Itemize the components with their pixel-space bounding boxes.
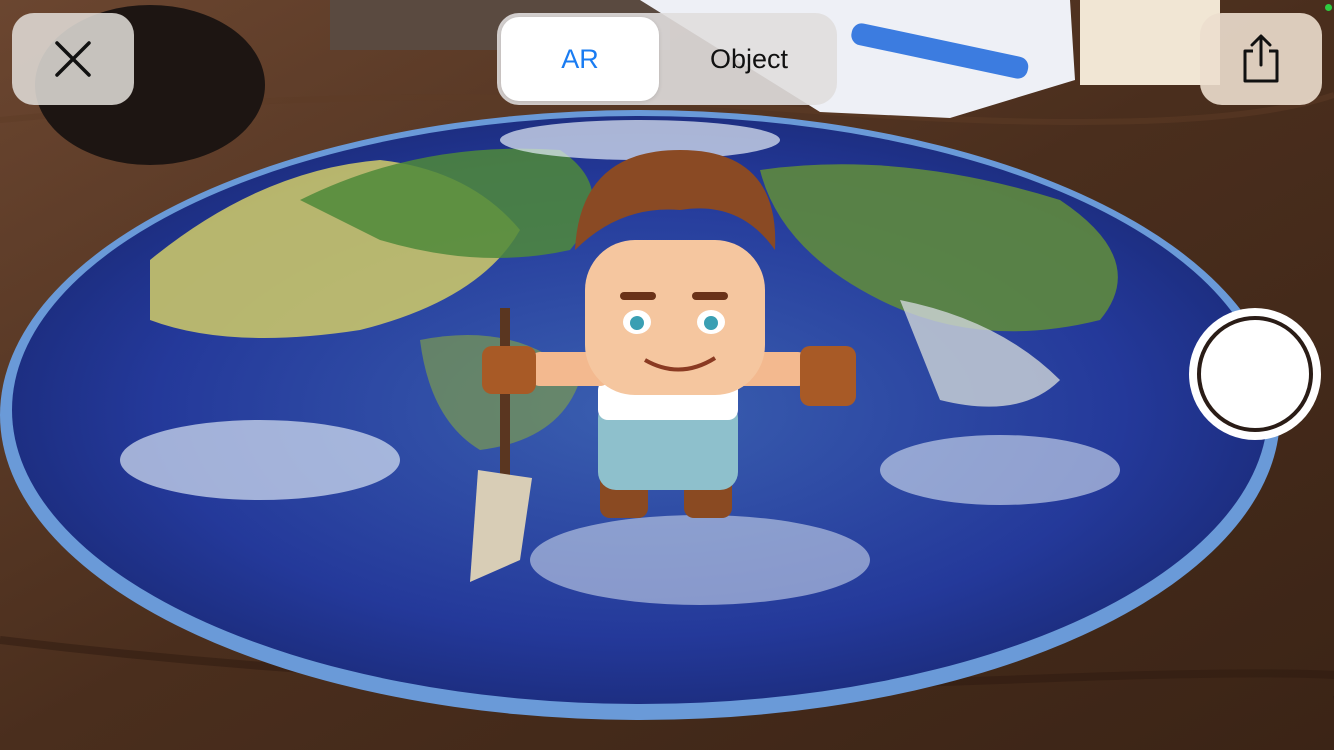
- tab-object-label: Object: [709, 43, 789, 74]
- share-button[interactable]: [1200, 13, 1322, 105]
- camera-active-indicator: [1325, 4, 1332, 11]
- capture-button[interactable]: [1189, 308, 1321, 440]
- tab-object[interactable]: Object: [665, 17, 833, 101]
- close-icon: [55, 41, 91, 77]
- share-icon: [1243, 34, 1279, 83]
- mode-segmented-control: AR Object: [497, 13, 837, 105]
- tab-ar[interactable]: AR: [501, 17, 659, 101]
- capture-button-ring: [1197, 316, 1313, 432]
- close-button[interactable]: [12, 13, 134, 105]
- tab-ar-label: AR: [561, 43, 599, 74]
- camera-feed: [0, 0, 1334, 750]
- ar-camera-view: [0, 0, 1334, 750]
